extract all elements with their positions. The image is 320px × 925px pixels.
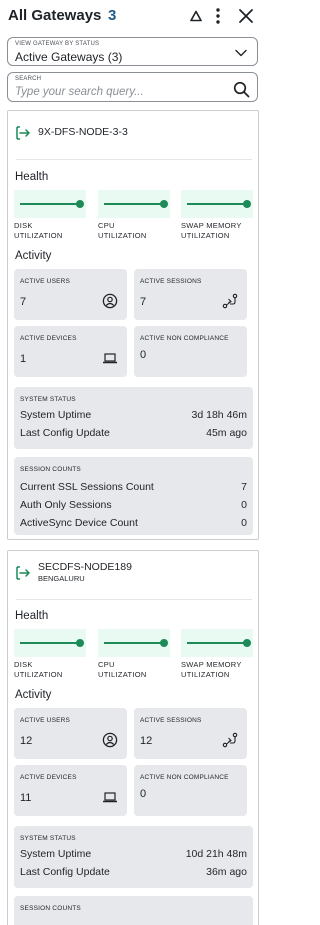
active-non-compliance-tile[interactable]: ACTIVE NON COMPLIANCE 0 [134,326,247,377]
gateway-card[interactable]: 9X-DFS-NODE-3-3 Health DISK UTILIZATION … [7,110,259,540]
gateway-name[interactable]: SECDFS-NODE189 [38,561,132,573]
system-uptime-label: System Uptime [20,409,92,421]
swap-health-bar [181,629,253,657]
search-field[interactable]: SEARCH Type your search query... [7,72,258,102]
active-sessions-label: ACTIVE SESSIONS [140,278,202,285]
activesync-row: ActiveSync Device Count 0 [20,517,247,532]
activesync-label: ActiveSync Device Count [20,517,138,529]
active-devices-label: ACTIVE DEVICES [20,335,77,342]
disk-utilization-label: DISK UTILIZATION [14,221,63,240]
chevron-down-icon[interactable] [231,43,251,63]
cpu-utilization-label: CPU UTILIZATION [98,221,147,240]
disk-health-bar [14,629,86,657]
active-devices-value: 11 [20,792,32,804]
system-uptime-row: System Uptime 10d 21h 48m [20,848,247,863]
gateway-status-value: Active Gateways (3) [15,50,123,64]
cpu-health-bar [98,190,170,218]
active-sessions-tile[interactable]: ACTIVE SESSIONS 7 [134,269,247,320]
active-devices-tile[interactable]: ACTIVE DEVICES 11 [14,765,127,816]
active-sessions-value: 12 [140,735,153,747]
active-devices-label: ACTIVE DEVICES [20,774,77,781]
session-counts-tile: SESSION COUNTS Current SSL Sessions Coun… [14,457,253,535]
last-config-row: Last Config Update 36m ago [20,866,247,881]
disk-health-bar [14,190,86,218]
route-icon [221,292,239,310]
laptop-icon [101,349,119,367]
health-title: Health [15,171,49,183]
active-non-compliance-value: 0 [140,349,147,361]
gateway-list: 9X-DFS-NODE-3-3 Health DISK UTILIZATION … [7,110,259,925]
activesync-value: 0 [241,517,247,529]
system-uptime-value: 3d 18h 46m [191,409,247,421]
active-devices-value: 1 [20,353,27,365]
system-uptime-label: System Uptime [20,848,92,860]
cpu-utilization-label: CPU UTILIZATION [98,660,147,679]
active-users-value: 12 [20,735,33,747]
cpu-health-bar [98,629,170,657]
gateway-location: BENGALURU [38,574,85,583]
gateway-count: 3 [108,7,117,24]
session-counts-tile: SESSION COUNTS [14,896,253,925]
active-non-compliance-value: 0 [140,788,147,800]
last-config-label: Last Config Update [20,866,110,878]
divider [16,599,252,600]
active-non-compliance-tile[interactable]: ACTIVE NON COMPLIANCE 0 [134,765,247,816]
auth-only-label: Auth Only Sessions [20,499,112,511]
gateway-name[interactable]: 9X-DFS-NODE-3-3 [38,126,128,138]
health-title: Health [15,610,49,622]
active-non-compliance-label: ACTIVE NON COMPLIANCE [140,774,229,781]
session-counts-label: SESSION COUNTS [20,466,81,473]
active-users-label: ACTIVE USERS [20,278,71,285]
activity-title: Activity [15,250,52,262]
system-status-tile: SYSTEM STATUS System Uptime 3d 18h 46m L… [14,387,253,449]
last-config-row: Last Config Update 45m ago [20,427,247,442]
search-icon[interactable] [231,79,251,99]
panel-title: All Gateways [8,7,102,24]
auth-only-row: Auth Only Sessions 0 [20,499,247,514]
active-users-label: ACTIVE USERS [20,717,71,724]
search-input[interactable]: Type your search query... [15,86,144,98]
active-devices-tile[interactable]: ACTIVE DEVICES 1 [14,326,127,377]
route-icon [221,731,239,749]
ssl-sessions-row: Current SSL Sessions Count 7 [20,481,247,496]
gateway-card[interactable]: SECDFS-NODE189 BENGALURU Health DISK UTI… [7,550,259,925]
swap-health-bar [181,190,253,218]
activity-title: Activity [15,689,52,701]
system-status-label: SYSTEM STATUS [20,835,76,842]
system-status-tile: SYSTEM STATUS System Uptime 10d 21h 48m … [14,826,253,888]
search-label: SEARCH [15,76,42,82]
last-config-value: 45m ago [206,427,247,439]
active-users-value: 7 [20,296,27,308]
gateway-icon [15,565,31,581]
user-circle-icon [101,292,119,310]
swap-utilization-label: SWAP MEMORY UTILIZATION [181,221,242,240]
gateway-icon [15,125,31,141]
system-uptime-row: System Uptime 3d 18h 46m [20,409,247,424]
ssl-sessions-label: Current SSL Sessions Count [20,481,154,493]
active-sessions-label: ACTIVE SESSIONS [140,717,202,724]
more-options-icon[interactable] [208,6,228,26]
warning-triangle-icon[interactable] [186,6,206,26]
active-sessions-value: 7 [140,296,147,308]
system-uptime-value: 10d 21h 48m [185,848,247,860]
panel-header: All Gateways 3 [0,0,265,34]
last-config-label: Last Config Update [20,427,110,439]
session-counts-label: SESSION COUNTS [20,905,81,912]
active-non-compliance-label: ACTIVE NON COMPLIANCE [140,335,229,342]
user-circle-icon [101,731,119,749]
active-sessions-tile[interactable]: ACTIVE SESSIONS 12 [134,708,247,759]
active-users-tile[interactable]: ACTIVE USERS 7 [14,269,127,320]
swap-utilization-label: SWAP MEMORY UTILIZATION [181,660,242,679]
auth-only-value: 0 [241,499,247,511]
system-status-label: SYSTEM STATUS [20,396,76,403]
active-users-tile[interactable]: ACTIVE USERS 12 [14,708,127,759]
laptop-icon [101,788,119,806]
last-config-value: 36m ago [206,866,247,878]
disk-utilization-label: DISK UTILIZATION [14,660,63,679]
ssl-sessions-value: 7 [241,481,247,493]
gateway-status-label: VIEW GATEWAY BY STATUS [15,41,100,47]
divider [16,159,252,160]
close-icon[interactable] [236,6,256,26]
gateway-status-select[interactable]: VIEW GATEWAY BY STATUS Active Gateways (… [7,37,258,66]
